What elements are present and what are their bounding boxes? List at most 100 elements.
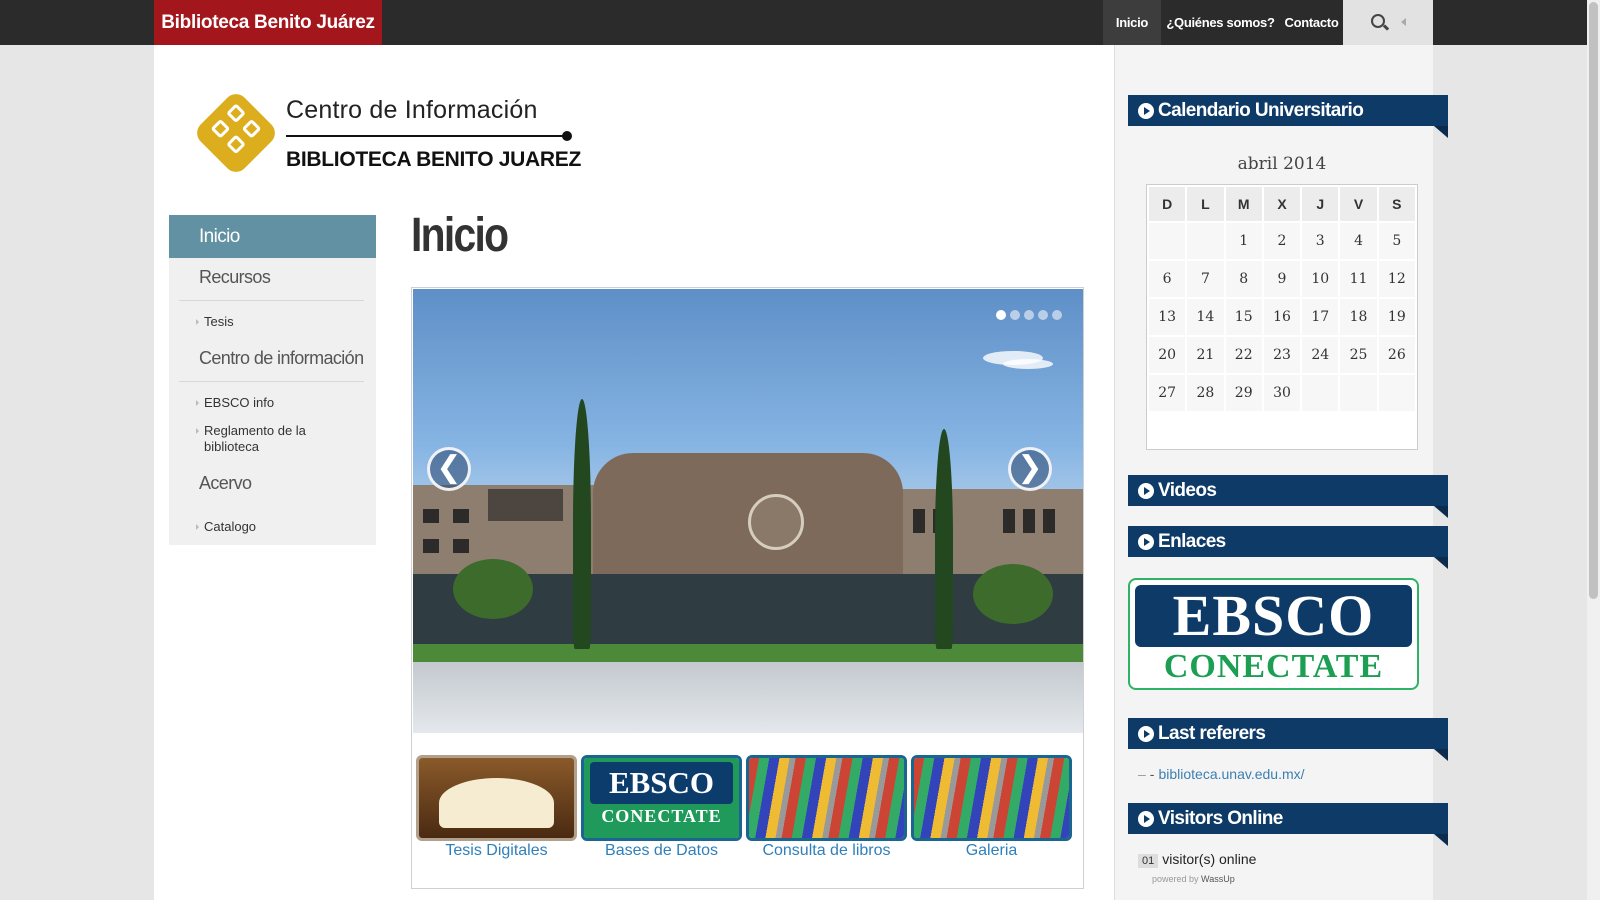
calendar-day: 16: [1263, 299, 1301, 335]
calendar-day: 1: [1225, 223, 1262, 259]
search-icon: [1371, 14, 1385, 28]
calendar-day-header: V: [1340, 187, 1377, 221]
slider-pagination: [996, 307, 1066, 325]
widget-heading-last-referers: Last referers: [1128, 718, 1448, 761]
calendar-day: 11: [1340, 261, 1377, 297]
left-menu: Inicio Recursos Tesis Centro de informac…: [169, 215, 376, 545]
leftmenu-item-centro[interactable]: Centro de información: [199, 348, 364, 369]
thumb-tesis-digitales[interactable]: [416, 755, 577, 841]
leftmenu-item-acervo[interactable]: Acervo: [199, 473, 252, 494]
calendar-grid: DLMXJVS 1 2 3 4 5 6 7 8 9 10 11 12 13 14 15 16 17 18 19 20 2…: [1146, 184, 1418, 450]
widget-title: Last referers: [1158, 723, 1266, 744]
calendar-day: 6: [1149, 261, 1186, 297]
calendar-day-header: J: [1302, 187, 1339, 221]
calendar-day: 26: [1378, 337, 1415, 373]
slider-dot[interactable]: [1024, 310, 1034, 320]
calendar-week-row: 20 21 22 23 24 25 26: [1149, 337, 1415, 373]
calendar-day: 30: [1263, 375, 1301, 411]
slider-dot[interactable]: [1038, 310, 1048, 320]
calendar-day: 20: [1149, 337, 1186, 373]
calendar-day: 2: [1263, 223, 1301, 259]
leftmenu-subitem-tesis[interactable]: Tesis: [196, 314, 354, 330]
page-scrollbar[interactable]: [1587, 0, 1600, 900]
calendar-empty-cell: [1340, 375, 1377, 411]
calendar-day: 24: [1302, 337, 1339, 373]
thumb-galeria[interactable]: [911, 755, 1072, 841]
slide-image: ❮ ❯: [413, 289, 1083, 733]
referer-link[interactable]: biblioteca.unav.edu.mx/: [1158, 766, 1304, 782]
ebsco-banner-link[interactable]: EBSCO CONECTATE: [1128, 578, 1419, 690]
calendar-day: 8: [1225, 261, 1262, 297]
thumb-bases-de-datos[interactable]: EBSCO CONECTATE: [581, 755, 742, 841]
widget-title: Videos: [1158, 480, 1217, 501]
widget-title: Enlaces: [1158, 531, 1226, 552]
nav-inicio[interactable]: Inicio: [1103, 0, 1161, 45]
calendar-day: 12: [1378, 261, 1415, 297]
thumb-consulta-de-libros[interactable]: [746, 755, 907, 841]
scrollbar-thumb[interactable]: [1589, 2, 1598, 599]
caret-left-icon: [1401, 18, 1406, 26]
leftmenu-subitem-ebsco-info[interactable]: EBSCO info: [196, 395, 354, 411]
leftmenu-divider: [179, 300, 364, 301]
calendar-day: 5: [1378, 223, 1415, 259]
calendar-day: 25: [1340, 337, 1377, 373]
calendar-day-header: L: [1187, 187, 1224, 221]
arrow-circle-icon: [1138, 534, 1154, 550]
calendar-day-header: D: [1149, 187, 1186, 221]
leftmenu-divider: [179, 381, 364, 382]
arrow-circle-icon: [1138, 483, 1154, 499]
leftmenu-subitem-catalogo[interactable]: Catalogo: [196, 519, 354, 535]
powered-by: powered by WassUp: [1152, 874, 1235, 884]
visitors-online-line: 01 visitor(s) online: [1138, 851, 1256, 868]
leftmenu-subitem-reglamento[interactable]: Reglamento de la biblioteca: [196, 423, 354, 455]
ebsco-banner-text: EBSCO: [1135, 585, 1412, 647]
visitor-count: 01: [1138, 854, 1159, 868]
calendar-day: 19: [1378, 299, 1415, 335]
thumb-label-bases-de-datos[interactable]: Bases de Datos: [581, 842, 742, 860]
widget-heading-calendario: Calendario Universitario: [1128, 95, 1448, 138]
ebsco-logo-text: EBSCO: [590, 762, 733, 804]
calendar-empty-cell: [1302, 375, 1339, 411]
slider-dot[interactable]: [1052, 310, 1062, 320]
leftmenu-item-inicio[interactable]: Inicio: [169, 215, 376, 258]
nav-contacto[interactable]: Contacto: [1280, 0, 1343, 45]
slider-dot[interactable]: [1010, 310, 1020, 320]
calendar-day: 18: [1340, 299, 1377, 335]
thumb-label-galeria[interactable]: Galeria: [911, 842, 1072, 860]
arrow-circle-icon: [1138, 103, 1154, 119]
powered-name-link[interactable]: WassUp: [1201, 874, 1235, 884]
calendar-week-row: 6 7 8 9 10 11 12: [1149, 261, 1415, 297]
logo-line-2: BIBLIOTECA BENITO JUAREZ: [286, 148, 581, 171]
slider-prev-button[interactable]: ❮: [427, 447, 471, 491]
widget-heading-visitors-online: Visitors Online: [1128, 803, 1448, 846]
widget-title: Visitors Online: [1158, 808, 1283, 829]
slider-dot[interactable]: [996, 310, 1006, 320]
arrow-circle-icon: [1138, 726, 1154, 742]
slider-next-button[interactable]: ❯: [1008, 447, 1052, 491]
calendar-day-header: X: [1263, 187, 1301, 221]
widget-heading-enlaces[interactable]: Enlaces: [1128, 526, 1448, 569]
referer-item: – - biblioteca.unav.edu.mx/: [1138, 766, 1305, 782]
calendar-day: 9: [1263, 261, 1301, 297]
visitor-text: visitor(s) online: [1162, 851, 1257, 867]
university-seal: [748, 494, 804, 550]
widget-title: Calendario Universitario: [1158, 100, 1364, 121]
calendar-day: 22: [1225, 337, 1262, 373]
logo-line-1: Centro de Información: [286, 96, 538, 124]
widget-heading-videos[interactable]: Videos: [1128, 475, 1448, 518]
powered-prefix: powered by: [1152, 874, 1199, 884]
nav-quienes-somos[interactable]: ¿Quiénes somos?: [1161, 0, 1280, 45]
calendar-day: 4: [1340, 223, 1377, 259]
calendar-day: 23: [1263, 337, 1301, 373]
ebsco-banner-subtext: CONECTATE: [1163, 648, 1384, 685]
leftmenu-item-recursos[interactable]: Recursos: [199, 267, 271, 288]
search-toggle-button[interactable]: [1343, 0, 1433, 45]
brand-link[interactable]: Biblioteca Benito Juárez: [154, 0, 382, 45]
top-navbar: Biblioteca Benito Juárez Inicio ¿Quiénes…: [0, 0, 1600, 45]
thumb-label-consulta-de-libros[interactable]: Consulta de libros: [746, 842, 907, 860]
thumb-label-tesis-digitales[interactable]: Tesis Digitales: [416, 842, 577, 860]
calendar-day: 29: [1225, 375, 1262, 411]
calendar-day: 7: [1187, 261, 1224, 297]
calendar-empty-cell: [1378, 375, 1415, 411]
calendar-day: 28: [1187, 375, 1224, 411]
